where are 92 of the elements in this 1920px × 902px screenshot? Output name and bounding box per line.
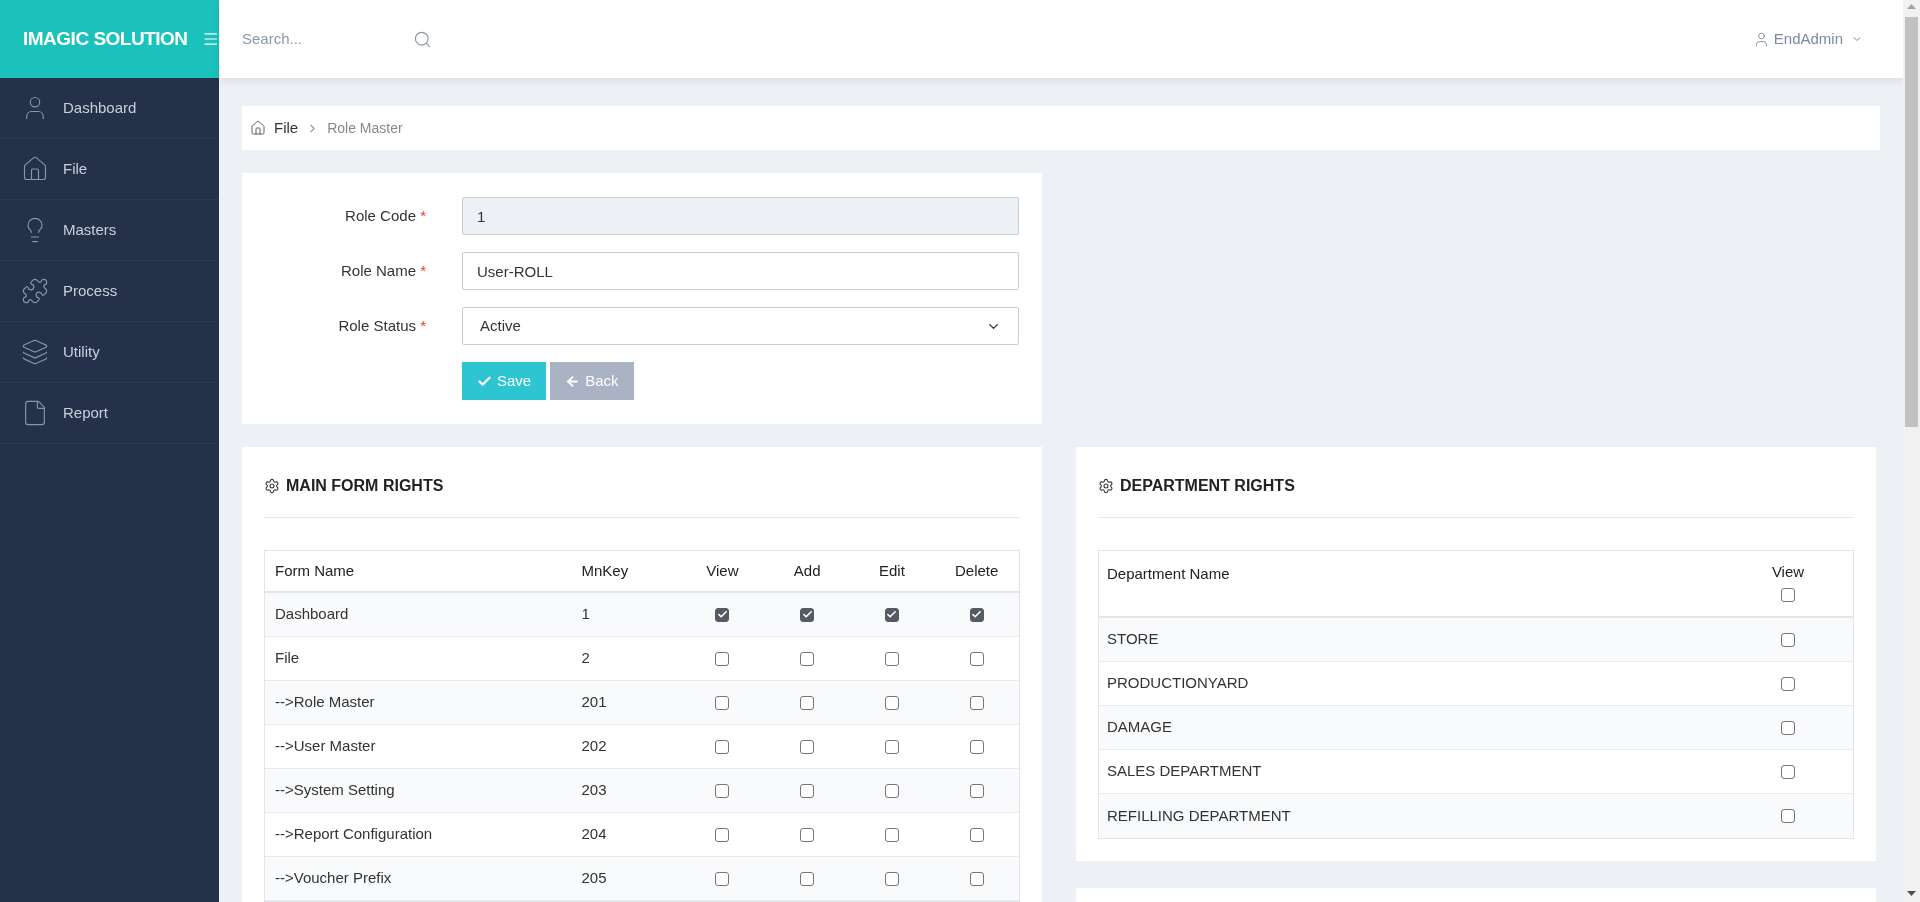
table-cell-text: 205 [581,868,608,889]
input-field[interactable]: User-ROLL [462,252,1019,290]
section-title: DEPARTMENT RIGHTS [1120,476,1295,496]
search-field[interactable]: Search... [242,27,392,51]
checkbox[interactable] [800,695,815,710]
layers-icon [21,338,49,366]
checkbox[interactable] [800,871,815,886]
breadcrumb-current: Role Master [327,118,403,138]
table-cell-text: 1 [581,604,591,625]
required-mark: * [420,316,426,334]
checkbox[interactable] [1781,676,1795,691]
puzzle-icon [21,277,49,305]
checkbox[interactable] [1781,720,1795,735]
settings-icon [264,478,280,494]
field-label: Role Status [338,316,417,334]
checkbox[interactable] [715,651,730,666]
table-cell-text: 2 [581,648,591,669]
sidebar-item[interactable]: Utility [0,322,219,383]
column-header: Form Name [274,560,356,581]
checkbox[interactable] [969,607,984,622]
column-header: View [1771,562,1805,582]
sidebar-item[interactable]: Process [0,261,219,322]
table-cell-text: -->System Setting [274,780,396,801]
table-cell-text: REFILLING DEPARTMENT [1106,805,1292,826]
checkbox[interactable] [884,607,899,622]
table-cell-text: -->Voucher Prefix [274,868,393,889]
table-cell-text: 201 [581,692,608,713]
checkbox[interactable] [884,651,899,666]
checkbox[interactable] [969,695,984,710]
column-header: View [705,560,740,581]
sidebar-item[interactable]: Dashboard [0,78,219,139]
checkbox[interactable] [969,871,984,886]
checkbox[interactable] [969,739,984,754]
checkbox[interactable] [715,871,730,886]
checkbox[interactable] [884,871,899,886]
checkbox[interactable] [1781,587,1795,602]
checkbox[interactable] [715,783,730,798]
checkbox[interactable] [800,827,815,842]
checkbox[interactable] [715,827,730,842]
sidebar-item[interactable]: Masters [0,200,219,261]
required-mark: * [420,261,426,279]
checkbox[interactable] [969,783,984,798]
field-label: Role Code [345,206,417,224]
section-title: MAIN FORM RIGHTS [286,476,444,496]
checkbox[interactable] [884,783,899,798]
table-cell-text: DAMAGE [1106,717,1173,738]
checkbox[interactable] [884,827,899,842]
user-menu[interactable]: EndAdmin [1752,27,1863,51]
table-cell-text: 204 [581,824,608,845]
checkbox[interactable] [715,695,730,710]
checkbox[interactable] [800,739,815,754]
checkbox[interactable] [1781,764,1795,779]
table-cell-text: STORE [1106,629,1160,650]
brand-logo: IMAGIC SOLUTION [23,26,188,51]
checkbox[interactable] [800,783,815,798]
status-select[interactable]: Active [462,307,1019,345]
table-cell-text: Dashboard [274,604,350,625]
table-cell-text: 203 [581,780,608,801]
required-mark: * [420,206,426,224]
search-icon[interactable] [413,29,432,49]
table-cell-text: -->User Master [274,736,377,757]
column-header: Edit [877,560,906,581]
checkbox[interactable] [884,739,899,754]
column-header: Delete [953,560,1000,581]
checkbox[interactable] [884,695,899,710]
checkbox[interactable] [715,607,730,622]
sidebar-item[interactable]: Report [0,383,219,444]
breadcrumb-link[interactable]: File [274,116,299,140]
table-cell-text: SALES DEPARTMENT [1106,761,1263,782]
checkbox[interactable] [969,827,984,842]
settings-icon [1098,478,1114,494]
checkbox[interactable] [715,739,730,754]
scrollbar-thumb[interactable] [1905,17,1918,427]
house-icon [21,155,49,183]
checkbox[interactable] [800,651,815,666]
column-header: Add [792,560,822,581]
table-cell-text: 202 [581,736,608,757]
checkbox[interactable] [1781,632,1795,647]
field-label: Role Name [340,261,417,279]
input-field[interactable]: 1 [462,197,1019,235]
table-cell-text: -->Report Configuration [274,824,434,845]
checkbox[interactable] [969,651,984,666]
sidebar-item[interactable]: File [0,139,219,200]
scroll-down-icon[interactable] [1907,891,1916,896]
house-icon [250,120,266,136]
table-cell-text: -->Role Master [274,692,376,713]
checkbox[interactable] [1781,809,1795,823]
table-cell-text: PRODUCTIONYARD [1106,673,1250,694]
column-header: Department Name [1106,564,1231,584]
table-cell-text: File [274,648,301,669]
checkbox[interactable] [800,607,815,622]
column-header: MnKey [581,560,630,581]
